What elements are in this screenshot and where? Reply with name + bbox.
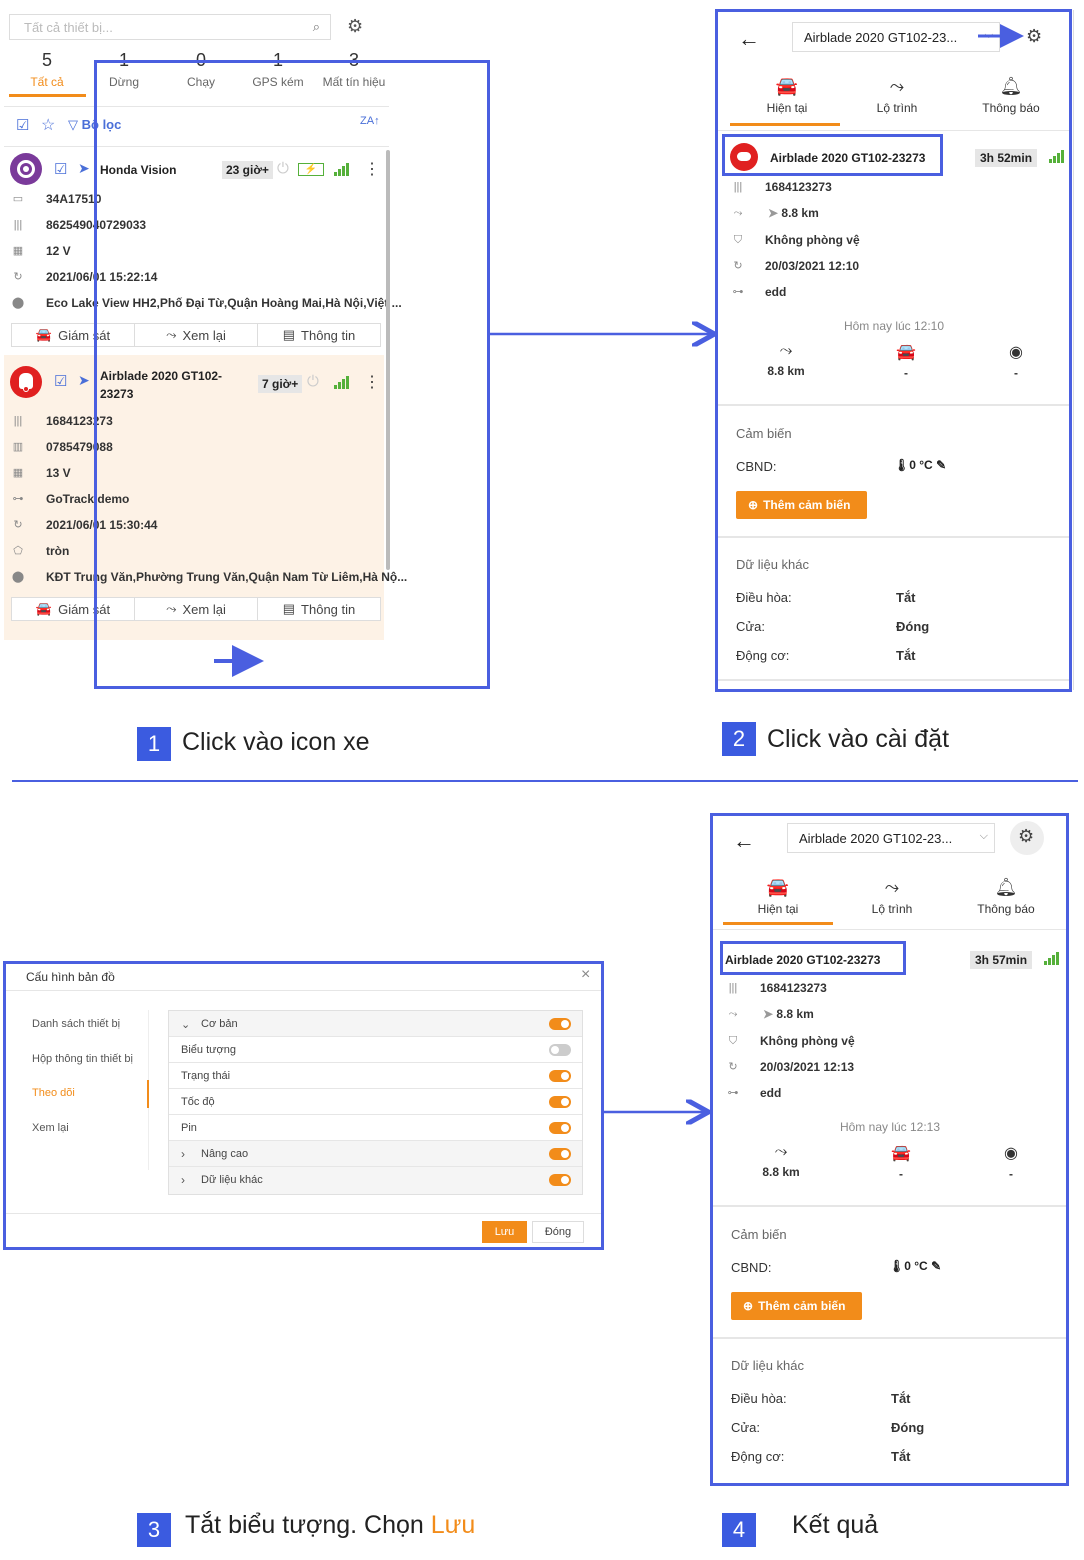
step-number: 2: [722, 722, 756, 756]
step-caption-text: Tắt biểu tượng. Chọn: [185, 1511, 431, 1539]
step-caption: Kết quả: [792, 1511, 879, 1539]
annotation-arrows: [12, 24, 1078, 1560]
step-number: 4: [722, 1513, 756, 1547]
step-number: 3: [137, 1513, 171, 1547]
step-caption: Tắt biểu tượng. Chọn Lưu: [185, 1511, 475, 1540]
step-caption: Click vào icon xe: [182, 728, 370, 756]
step-number: 1: [137, 727, 171, 761]
step-caption-highlight: Lưu: [430, 1511, 476, 1539]
step-caption: Click vào cài đặt: [767, 725, 950, 753]
